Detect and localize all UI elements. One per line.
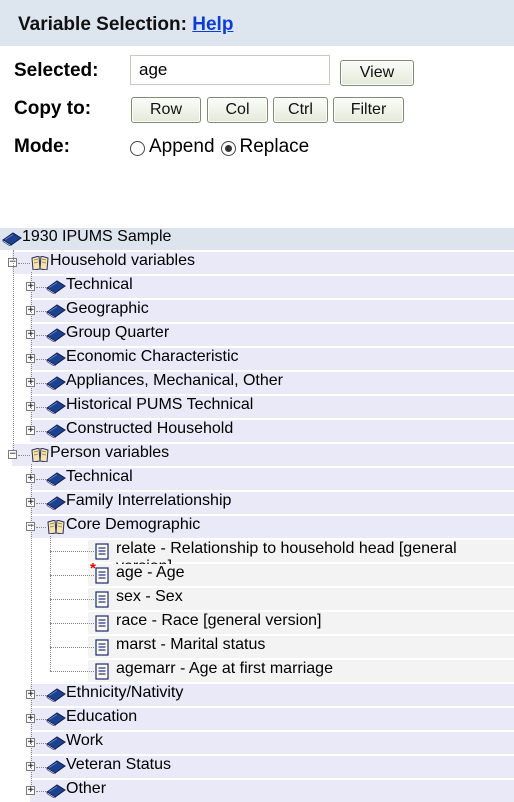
document-icon <box>95 663 109 680</box>
book-closed-icon <box>46 760 66 774</box>
mode-options: Append Replace <box>130 136 309 158</box>
book-open-icon <box>31 448 49 462</box>
view-button[interactable]: View <box>340 60 414 86</box>
book-closed-icon <box>2 232 22 246</box>
document-icon <box>95 543 109 560</box>
copy-col-button[interactable]: Col <box>207 97 268 123</box>
selected-label: Selected: <box>14 60 99 81</box>
tree-household-label[interactable]: Household variables <box>50 252 195 270</box>
variable-label[interactable]: race - Race [general version] <box>116 612 321 630</box>
book-open-icon <box>31 256 49 270</box>
book-closed-icon <box>46 688 66 702</box>
book-closed-icon <box>46 400 66 414</box>
tree-node-label[interactable]: Other <box>66 780 106 798</box>
selected-variable-input[interactable] <box>130 55 330 85</box>
replace-radio[interactable] <box>220 140 236 156</box>
tree-root-label[interactable]: 1930 IPUMS Sample <box>22 228 171 246</box>
tree-node-label[interactable]: Group Quarter <box>66 324 169 342</box>
panel-header: Variable Selection: Help <box>0 0 514 46</box>
tree-node-label[interactable]: Work <box>66 732 103 750</box>
append-radio[interactable] <box>130 140 145 156</box>
help-link[interactable]: Help <box>192 14 233 35</box>
book-closed-icon <box>46 784 66 798</box>
tree-node-label[interactable]: Ethnicity/Nativity <box>66 684 183 702</box>
book-closed-icon <box>46 496 66 510</box>
document-icon <box>95 639 109 656</box>
book-closed-icon <box>46 280 66 294</box>
tree-node-label[interactable]: Historical PUMS Technical <box>66 396 253 414</box>
tree-node-label[interactable]: Technical <box>66 468 133 486</box>
selected-marker-icon: * <box>90 560 96 577</box>
variable-tree: 1930 IPUMS Sample − Household variables + Te… <box>0 228 514 802</box>
document-icon <box>95 591 109 608</box>
variable-label[interactable]: age - Age <box>116 564 185 582</box>
book-closed-icon <box>46 736 66 750</box>
append-radio-label[interactable]: Append <box>149 136 215 158</box>
tree-node-label[interactable]: Veteran Status <box>66 756 171 774</box>
panel-title: Variable Selection: <box>18 14 187 35</box>
tree-node-label[interactable]: Family Interrelationship <box>66 492 231 510</box>
tree-node-label[interactable]: Education <box>66 708 137 726</box>
variable-label[interactable]: sex - Sex <box>116 588 183 606</box>
book-open-icon <box>47 520 65 534</box>
mode-label: Mode: <box>14 136 70 157</box>
book-closed-icon <box>46 424 66 438</box>
collapse-icon[interactable]: − <box>8 450 17 459</box>
tree-node-label[interactable]: Geographic <box>66 300 149 318</box>
document-icon <box>95 615 109 632</box>
book-closed-icon <box>46 328 66 342</box>
tree-node-label[interactable]: Appliances, Mechanical, Other <box>66 372 283 390</box>
tree-person-label[interactable]: Person variables <box>50 444 169 462</box>
document-icon <box>95 567 109 584</box>
copy-row-button[interactable]: Row <box>131 97 201 123</box>
book-closed-icon <box>46 352 66 366</box>
book-closed-icon <box>46 712 66 726</box>
book-closed-icon <box>46 472 66 486</box>
tree-node-label[interactable]: Economic Characteristic <box>66 348 239 366</box>
copy-to-label: Copy to: <box>14 98 92 119</box>
tree-node-label[interactable]: Technical <box>66 276 133 294</box>
copy-filter-button[interactable]: Filter <box>333 97 404 123</box>
replace-radio-label[interactable]: Replace <box>240 136 310 158</box>
book-closed-icon <box>46 304 66 318</box>
book-closed-icon <box>46 376 66 390</box>
variable-label[interactable]: agemarr - Age at first marriage <box>116 660 333 678</box>
copy-ctrl-button[interactable]: Ctrl <box>273 97 328 123</box>
tree-node-label[interactable]: Constructed Household <box>66 420 233 438</box>
tree-core-label[interactable]: Core Demographic <box>66 516 200 534</box>
variable-label[interactable]: marst - Marital status <box>116 636 265 654</box>
